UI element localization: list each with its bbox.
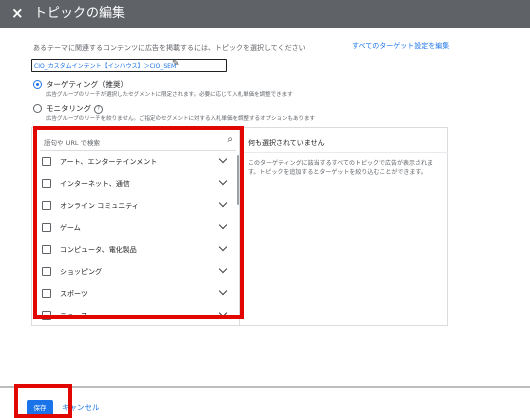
topic-item[interactable]: スポーツ (32, 283, 239, 305)
close-icon[interactable]: × (11, 4, 24, 22)
topic-search-box[interactable]: 語句や URL で検索 ⌕ (42, 134, 233, 148)
topic-label: ニュース (60, 312, 88, 320)
help-icon[interactable]: ? (94, 104, 103, 114)
selected-topics-heading: 何も選択されていません (248, 139, 325, 147)
edit-all-targeting-link[interactable]: すべてのターゲット設定を編集 (352, 41, 449, 51)
targeting-radio[interactable] (33, 80, 42, 89)
chevron-down-icon[interactable] (218, 286, 228, 296)
topic-item[interactable]: ショッピング (32, 261, 239, 283)
topic-label: オンライン コミュニティ (60, 202, 139, 210)
targeting-option-title: ターゲティング（推奨） (46, 80, 129, 89)
topic-checkbox[interactable] (42, 201, 51, 210)
chevron-down-icon[interactable] (218, 308, 228, 318)
topic-checkbox[interactable] (42, 245, 51, 254)
dialog-title: トピックの編集 (34, 6, 126, 21)
chevron-down-icon[interactable] (218, 154, 228, 164)
footer-divider (0, 386, 530, 388)
topic-picker-panel: 語句や URL で検索 ⌕ アート、エンターテインメント インターネット、通信 … (31, 127, 448, 326)
topic-label: ゲーム (60, 224, 81, 232)
chevron-down-icon[interactable] (218, 176, 228, 186)
topic-hint-text: あるテーマに関連するコンテンツに広告を掲載するには、トピックを選択してください (33, 44, 306, 52)
chevron-down-icon[interactable] (218, 242, 228, 252)
monitoring-option-label: モニタリング (46, 104, 91, 113)
ad-group-name: CIO_カスタムインテント【インハウス】＞CIO_SEM (34, 63, 177, 70)
topic-item[interactable]: インターネット、通信 (32, 173, 239, 195)
pencil-icon[interactable]: ✎ (172, 59, 180, 69)
dialog-header: × トピックの編集 (0, 0, 530, 28)
search-input[interactable]: 語句や URL で検索 (44, 137, 100, 147)
chevron-down-icon[interactable] (218, 264, 228, 274)
save-button[interactable]: 保存 (27, 400, 53, 416)
search-icon[interactable]: ⌕ (227, 134, 233, 145)
targeting-option-description: 広告グループのリーチが選択したセグメントに限定されます。必要に応じて入札単価を調… (46, 92, 293, 98)
topic-list[interactable]: アート、エンターテインメント インターネット、通信 オンライン コミュニティ ゲ… (32, 151, 239, 325)
topic-item[interactable]: アート、エンターテインメント (32, 151, 239, 173)
chevron-down-icon[interactable] (218, 198, 228, 208)
topic-item[interactable]: コンピュータ、電化製品 (32, 239, 239, 261)
ad-group-selector[interactable]: CIO_カスタムインテント【インハウス】＞CIO_SEM ✎ (31, 59, 227, 72)
monitoring-option-title: モニタリング? (46, 103, 103, 114)
topic-checkbox[interactable] (42, 157, 51, 166)
topic-checkbox[interactable] (42, 267, 51, 276)
panel-divider (239, 128, 240, 325)
topic-label: スポーツ (60, 290, 88, 298)
monitoring-radio[interactable] (33, 104, 42, 113)
selected-heading-divider (240, 152, 448, 153)
topic-checkbox[interactable] (42, 179, 51, 188)
topic-label: インターネット、通信 (60, 180, 130, 188)
topic-checkbox[interactable] (42, 311, 51, 320)
topic-label: ショッピング (60, 268, 102, 276)
topic-label: アート、エンターテインメント (60, 158, 158, 166)
topic-item[interactable]: ゲーム (32, 217, 239, 239)
topic-label: コンピュータ、電化製品 (60, 246, 137, 254)
chevron-down-icon[interactable] (218, 220, 228, 230)
topic-item[interactable]: オンライン コミュニティ (32, 195, 239, 217)
topic-item[interactable]: ニュース (32, 305, 239, 325)
cancel-button[interactable]: キャンセル (62, 402, 100, 413)
topic-checkbox[interactable] (42, 223, 51, 232)
topic-checkbox[interactable] (42, 289, 51, 298)
selected-topics-description: このターゲティングに該当するすべてのトピックで広告が表示されます。トピックを追加… (248, 160, 433, 176)
monitoring-option-description: 広告グループのリーチを絞りません。ご指定のセグメントに対する入札単価を調整するオ… (46, 116, 316, 122)
